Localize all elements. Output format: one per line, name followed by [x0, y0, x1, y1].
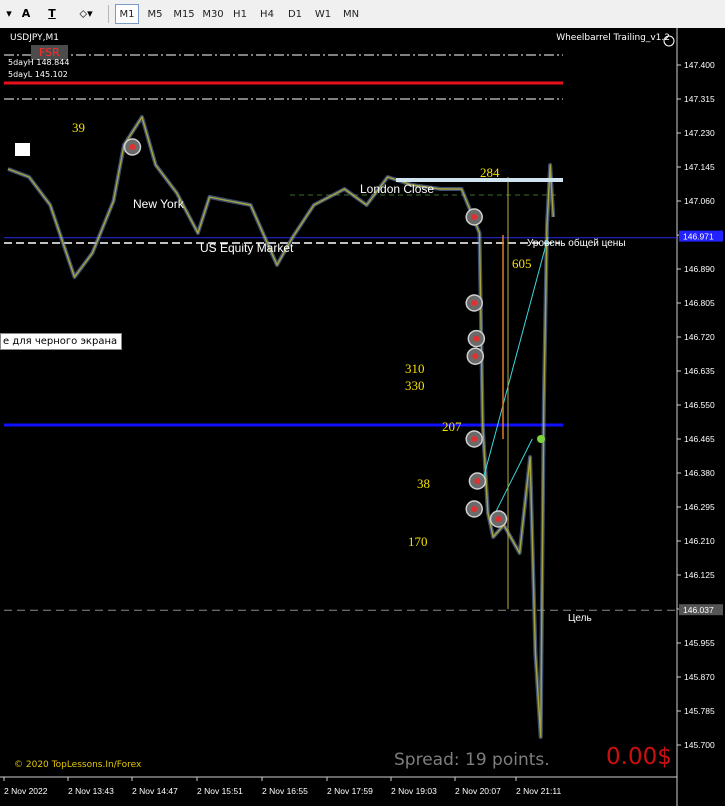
- target-label: Цель: [568, 613, 592, 624]
- timeframe-h4-button[interactable]: H4: [255, 4, 279, 24]
- x-tick-label: 2 Nov 17:59: [327, 786, 373, 796]
- y-tick-label: 147.315: [684, 94, 715, 104]
- trade-marker-dot: [472, 353, 479, 360]
- timeframe-d1-button[interactable]: D1: [283, 4, 307, 24]
- y-tick-label: 146.465: [684, 434, 715, 444]
- session-label-new-york: New York: [133, 197, 185, 211]
- small-white-box: [15, 143, 30, 156]
- copyright-text: © 2020 TopLessons.In/Forex: [14, 760, 142, 770]
- trade-marker-dot: [129, 144, 136, 150]
- x-tick-label: 2 Nov 20:07: [455, 786, 501, 796]
- number-label: 284: [480, 165, 500, 180]
- x-tick-label: 2 Nov 15:51: [197, 786, 243, 796]
- symbol-title: USDJPY,M1: [10, 33, 59, 43]
- y-tick-label: 146.635: [684, 366, 715, 376]
- y-tick-label: 146.210: [684, 536, 715, 546]
- number-label: 39: [72, 120, 85, 135]
- y-tick-label: 147.060: [684, 196, 715, 206]
- y-tick-label: 146.295: [684, 502, 715, 512]
- indicator-name: Wheelbarrel Trailing_v1.2: [556, 33, 670, 43]
- five-day-low-label: 5dayL 145.102: [8, 70, 68, 79]
- five-day-high-label: 5dayH 148.844: [8, 58, 70, 67]
- number-label: 170: [408, 534, 428, 549]
- trade-marker-dot: [471, 436, 478, 442]
- timeframe-w1-button[interactable]: W1: [311, 4, 335, 24]
- trade-marker-dot: [471, 506, 478, 512]
- timeframe-m15-button[interactable]: M15: [170, 4, 198, 24]
- trade-marker-dot: [471, 300, 478, 306]
- profit-readout: 0.00$: [606, 744, 672, 770]
- y-tick-label: 145.700: [684, 740, 715, 750]
- y-tick-label: 146.550: [684, 400, 715, 410]
- current-price-label: 146.971: [683, 232, 714, 242]
- text-tool-button[interactable]: A: [18, 3, 34, 24]
- trade-marker-dot: [473, 335, 480, 342]
- shapes-menu-button[interactable]: ⬦▾: [72, 3, 100, 24]
- toolbar-separator: [108, 5, 109, 23]
- timeframe-m30-button[interactable]: M30: [199, 4, 227, 24]
- timeframe-m5-button[interactable]: M5: [143, 4, 167, 24]
- session-label-us-equity: US Equity Market: [200, 241, 294, 255]
- session-label-london-close: London Close: [360, 182, 434, 196]
- y-tick-label: 146.125: [684, 570, 715, 580]
- x-tick-label: 2 Nov 13:43: [68, 786, 114, 796]
- number-label: 310: [405, 361, 425, 376]
- timeframe-mn-button[interactable]: MN: [338, 4, 364, 24]
- x-tick-label: 2 Nov 2022: [4, 786, 48, 796]
- x-tick-label: 2 Nov 16:55: [262, 786, 308, 796]
- x-tick-label: 2 Nov 14:47: [132, 786, 178, 796]
- number-label: 605: [512, 256, 532, 271]
- number-label: 38: [417, 476, 430, 491]
- trade-marker-dot: [495, 516, 502, 522]
- y-tick-label: 146.380: [684, 468, 715, 478]
- general-price-level-label: Уровень общей цены: [527, 237, 626, 249]
- y-tick-label: 147.145: [684, 162, 715, 172]
- text-label-tool-button[interactable]: T: [44, 3, 60, 24]
- price-chart[interactable]: 147.400 147.315 147.230 147.145 147.060 146.9…: [0, 28, 725, 806]
- trade-marker-dot: [471, 214, 478, 220]
- y-tick-label: 147.230: [684, 128, 715, 138]
- number-label: 330: [405, 378, 425, 393]
- hint-tooltip: е для черного экрана: [0, 333, 123, 350]
- target-price-label: 146.037: [683, 605, 714, 615]
- timeframe-h1-button[interactable]: H1: [228, 4, 252, 24]
- y-tick-label: 147.400: [684, 60, 715, 70]
- london-close-bar: [396, 178, 563, 182]
- timeframe-m1-button[interactable]: M1: [115, 4, 139, 24]
- spread-readout: Spread: 19 points.: [394, 750, 550, 770]
- expand-arrow-icon[interactable]: ▾: [2, 3, 16, 24]
- x-tick-label: 2 Nov 21:11: [516, 786, 561, 796]
- x-tick-label: 2 Nov 19:03: [391, 786, 437, 796]
- y-tick-label: 145.955: [684, 638, 715, 648]
- green-marker: [537, 435, 545, 443]
- y-tick-label: 146.890: [684, 264, 715, 274]
- number-label: 207: [442, 419, 462, 434]
- y-tick-label: 146.805: [684, 298, 715, 308]
- chart-toolbar: ▾ A T ⬦▾ M1 M5 M15 M30 H1 H4 D1 W1 MN: [0, 0, 725, 29]
- y-tick-label: 145.785: [684, 706, 715, 716]
- y-tick-label: 145.870: [684, 672, 715, 682]
- trade-marker-dot: [474, 478, 481, 484]
- y-tick-label: 146.720: [684, 332, 715, 342]
